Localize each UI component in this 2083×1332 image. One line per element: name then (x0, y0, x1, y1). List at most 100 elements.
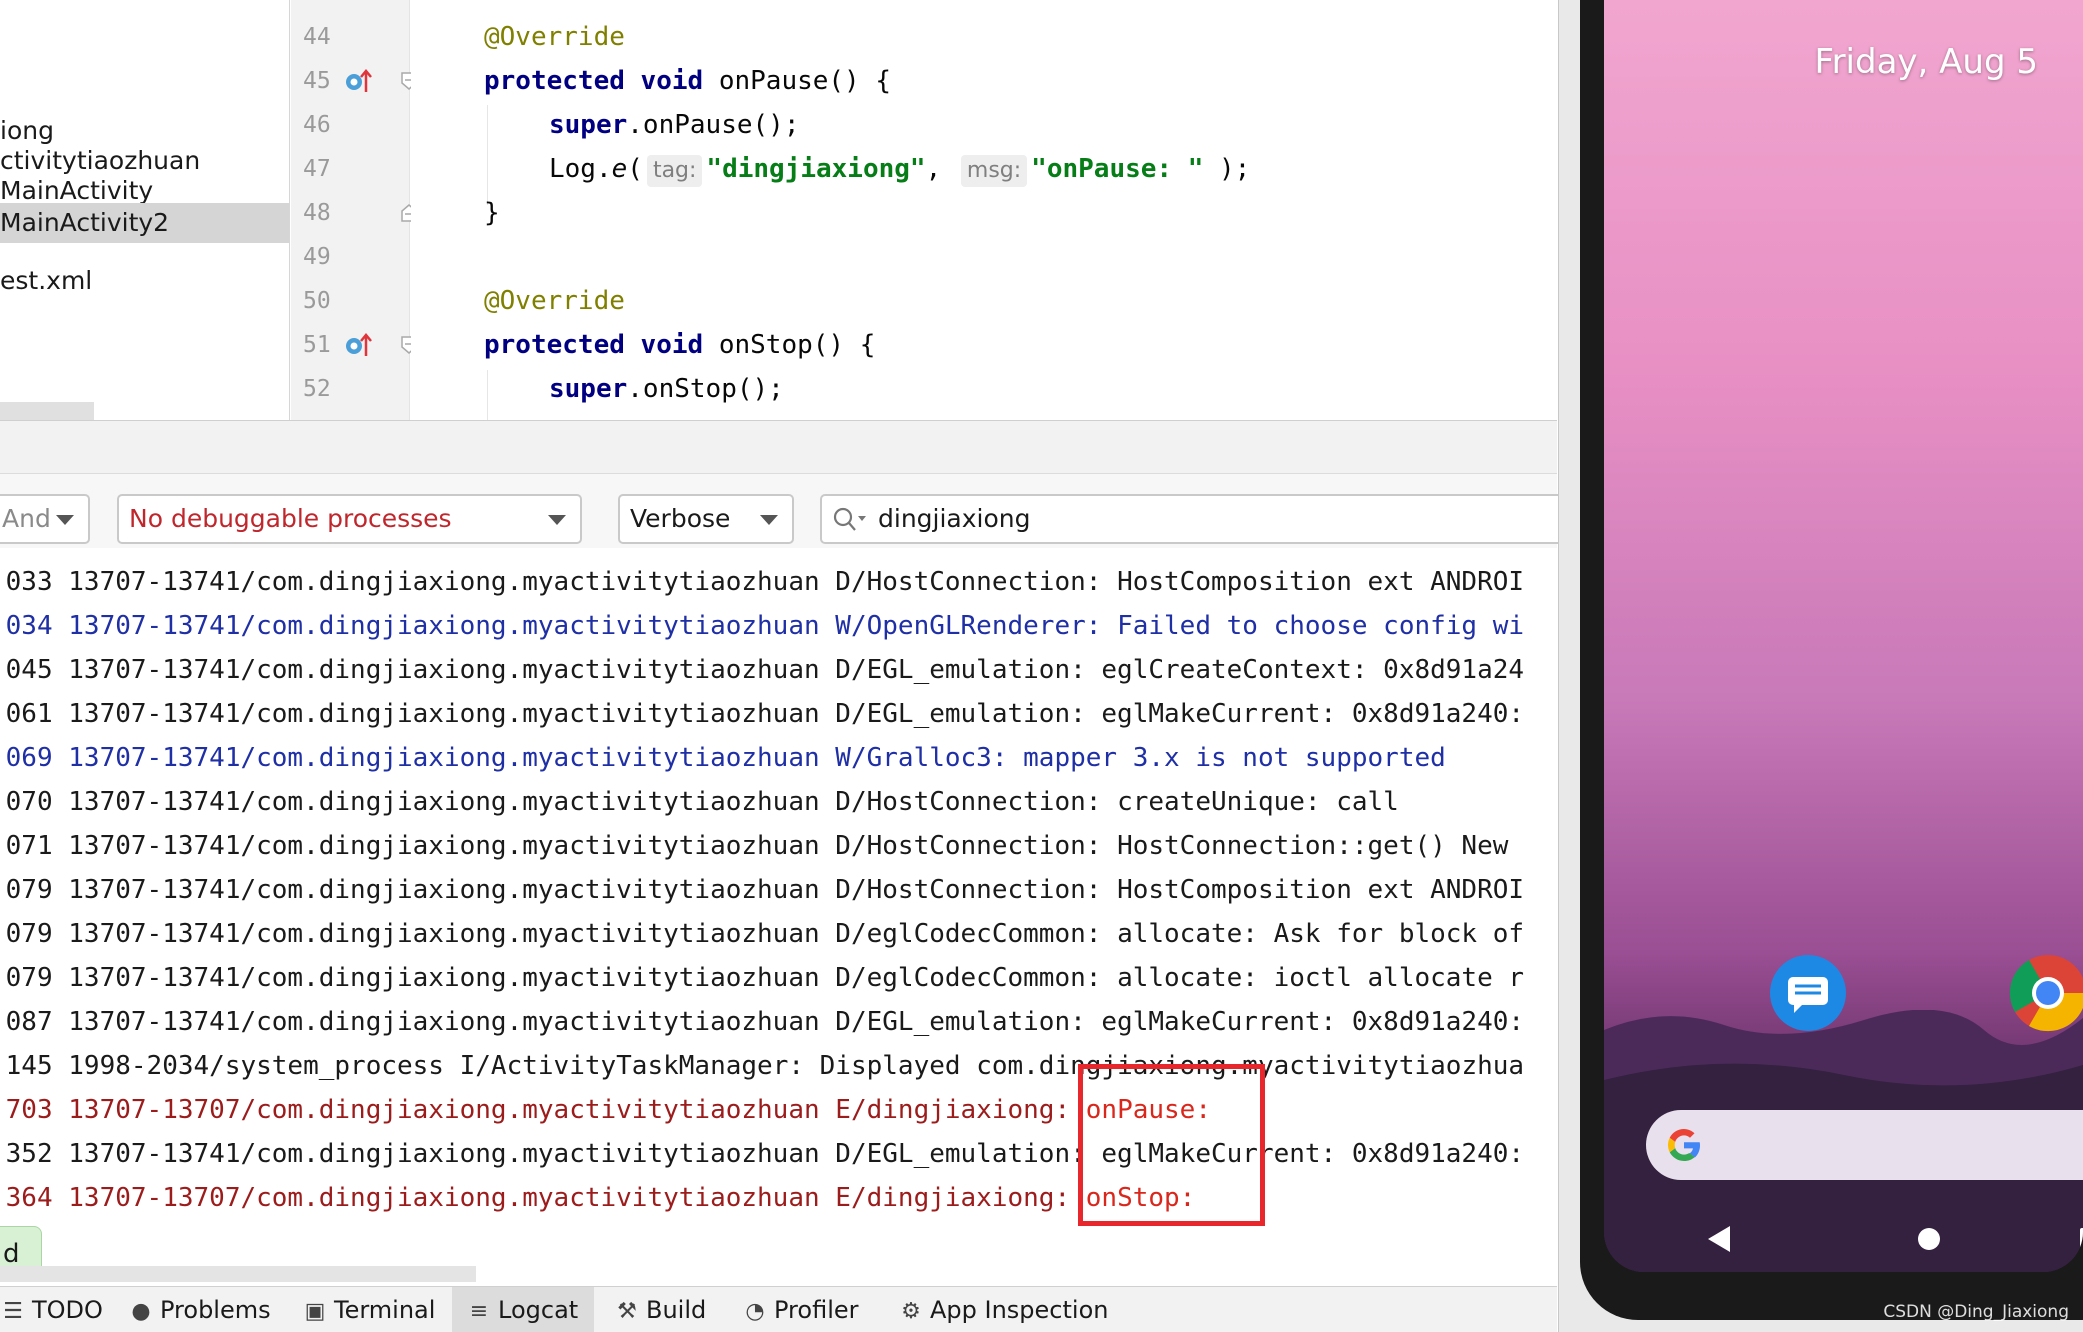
tree-item-label: MainActivity2 (0, 208, 170, 237)
tree-item-mainactivity2[interactable]: MainActivity2 (0, 203, 289, 243)
code-text: , (925, 154, 957, 184)
annotation: @Override (484, 22, 625, 52)
tab-problems[interactable]: ● Problems (128, 1287, 271, 1332)
log-line[interactable]: .364 13707-13707/com.dingjiaxiong.myacti… (0, 1176, 1195, 1220)
editor-gutter: 44 45 46 47 48 49 50 51 52 (291, 0, 417, 420)
logcat-toolbar: And No debuggable processes Verbose ding… (0, 474, 1560, 548)
google-search-bar[interactable] (1646, 1110, 2083, 1180)
line-number: 50 (303, 288, 331, 314)
log-line[interactable]: .079 13707-13741/com.dingjiaxiong.myacti… (0, 956, 1524, 1000)
logcat-header-bar (0, 420, 1557, 474)
log-line[interactable]: .145 1998-2034/system_process I/Activity… (0, 1044, 1524, 1088)
log-tag: D/HostConnection: (835, 831, 1102, 861)
log-line[interactable]: .061 13707-13741/com.dingjiaxiong.myacti… (0, 692, 1524, 736)
log-time: .034 (0, 611, 53, 641)
log-time: .352 (0, 1139, 53, 1169)
log-level-select[interactable]: Verbose (618, 494, 794, 544)
back-icon[interactable] (1706, 1224, 1732, 1254)
log-tag: W/OpenGLRenderer: (835, 611, 1102, 641)
hammer-icon: ⚒ (617, 1299, 637, 1324)
log-line[interactable]: .069 13707-13741/com.dingjiaxiong.myacti… (0, 736, 1446, 780)
log-time: .079 (0, 963, 53, 993)
log-line[interactable]: .352 13707-13741/com.dingjiaxiong.myacti… (0, 1132, 1524, 1176)
log-tag: W/Gralloc3: (835, 743, 1008, 773)
tab-profiler[interactable]: ◔ Profiler (742, 1287, 872, 1332)
tree-item-label: MainActivity (0, 176, 154, 205)
tab-build[interactable]: ⚒ Build (614, 1287, 724, 1332)
log-tag: D/EGL_emulation: (835, 1007, 1086, 1037)
log-message: Failed to choose config wi (1117, 611, 1525, 641)
tree-item-label: est.xml (0, 266, 93, 295)
log-message: createUnique: call (1117, 787, 1399, 817)
code-editor[interactable]: @Override protected void onPause() { sup… (411, 0, 1557, 420)
search-input[interactable]: dingjiaxiong (878, 496, 1031, 542)
log-line[interactable]: .045 13707-13741/com.dingjiaxiong.myacti… (0, 648, 1524, 692)
gauge-icon: ◔ (745, 1299, 765, 1324)
phone-screen[interactable]: Friday, Aug 5 (1604, 0, 2083, 1272)
log-tag: D/EGL_emulation: (835, 699, 1086, 729)
log-process: 13707-13741/com.dingjiaxiong.myactivityt… (68, 875, 820, 905)
line-number: 52 (303, 376, 331, 402)
log-line[interactable]: .071 13707-13741/com.dingjiaxiong.myacti… (0, 824, 1508, 868)
log-time: .079 (0, 875, 53, 905)
code-text: onPause() { (703, 66, 892, 96)
log-tag: D/HostConnection: (835, 787, 1102, 817)
keyword: super (549, 374, 628, 404)
log-horizontal-scrollbar[interactable] (0, 1266, 476, 1282)
log-process: 13707-13741/com.dingjiaxiong.myactivityt… (68, 743, 820, 773)
tab-app-inspection[interactable]: ⚙ App Inspection (898, 1287, 1108, 1332)
logcat-output[interactable]: .033 13707-13741/com.dingjiaxiong.myacti… (0, 548, 1557, 1282)
log-process: 13707-13741/com.dingjiaxiong.myactivityt… (68, 963, 820, 993)
search-icon (833, 507, 866, 531)
log-tag: E/dingjiaxiong: (835, 1183, 1071, 1213)
log-message: mapper 3.x is not supported (1023, 743, 1446, 773)
log-process: 13707-13741/com.dingjiaxiong.myactivityt… (68, 699, 820, 729)
tab-todo[interactable]: ☰ TODO (0, 1287, 103, 1332)
log-message: eglMakeCurrent: 0x8d91a240: (1101, 699, 1525, 729)
log-tag: D/eglCodecCommon: (835, 963, 1102, 993)
log-process: 13707-13707/com.dingjiaxiong.myactivityt… (68, 1095, 820, 1125)
log-time: .045 (0, 655, 53, 685)
log-tag: D/HostConnection: (835, 567, 1102, 597)
tree-horizontal-scrollbar[interactable] (0, 402, 94, 420)
log-line[interactable]: .087 13707-13741/com.dingjiaxiong.myacti… (0, 1000, 1524, 1044)
override-up-icon[interactable] (343, 66, 373, 96)
log-process: 13707-13741/com.dingjiaxiong.myactivityt… (68, 831, 820, 861)
tab-terminal[interactable]: ▣ Terminal (302, 1287, 438, 1332)
code-line-47: Log.e(tag: "dingjiaxiong", msg: "onPause: … (549, 147, 1250, 191)
recents-icon[interactable] (2078, 1226, 2083, 1252)
log-tag: D/HostConnection: (835, 875, 1102, 905)
tab-logcat[interactable]: ≡ Logcat (452, 1287, 594, 1332)
tab-label: Logcat (498, 1296, 579, 1324)
log-line[interactable]: .703 13707-13707/com.dingjiaxiong.myacti… (0, 1088, 1211, 1132)
messages-icon[interactable] (1768, 953, 1848, 1033)
tab-label: Problems (160, 1296, 271, 1324)
log-line[interactable]: .034 13707-13741/com.dingjiaxiong.myacti… (0, 604, 1524, 648)
google-logo-icon (1668, 1129, 1700, 1161)
log-tag: E/dingjiaxiong: (835, 1095, 1071, 1125)
code-text: ( (627, 154, 643, 184)
override-up-icon[interactable] (343, 330, 373, 360)
log-line[interactable]: .079 13707-13741/com.dingjiaxiong.myacti… (0, 868, 1524, 912)
tab-label: App Inspection (930, 1296, 1109, 1324)
tree-item-manifest[interactable]: est.xml (0, 261, 289, 301)
info-icon: ● (131, 1299, 151, 1324)
log-process: 13707-13741/com.dingjiaxiong.myactivityt… (68, 1007, 820, 1037)
log-time: .061 (0, 699, 53, 729)
inspection-icon: ⚙ (901, 1299, 921, 1324)
date-widget[interactable]: Friday, Aug 5 (1815, 42, 2039, 82)
chrome-icon[interactable] (2008, 953, 2083, 1033)
process-select[interactable]: No debuggable processes (117, 494, 582, 544)
log-line[interactable]: .070 13707-13741/com.dingjiaxiong.myacti… (0, 780, 1399, 824)
home-icon[interactable] (1916, 1226, 1942, 1252)
line-number: 46 (303, 112, 331, 138)
log-line[interactable]: .079 13707-13741/com.dingjiaxiong.myacti… (0, 912, 1524, 956)
method-name: e (611, 154, 628, 184)
chevron-down-icon (760, 515, 778, 525)
logcat-search-field[interactable]: dingjiaxiong (820, 494, 1560, 544)
log-line[interactable]: .033 13707-13741/com.dingjiaxiong.myacti… (0, 560, 1524, 604)
log-tag: I/ActivityTaskManager: (459, 1051, 804, 1081)
log-time: .070 (0, 787, 53, 817)
keyword: void (640, 330, 704, 360)
device-select[interactable]: And (0, 494, 90, 544)
